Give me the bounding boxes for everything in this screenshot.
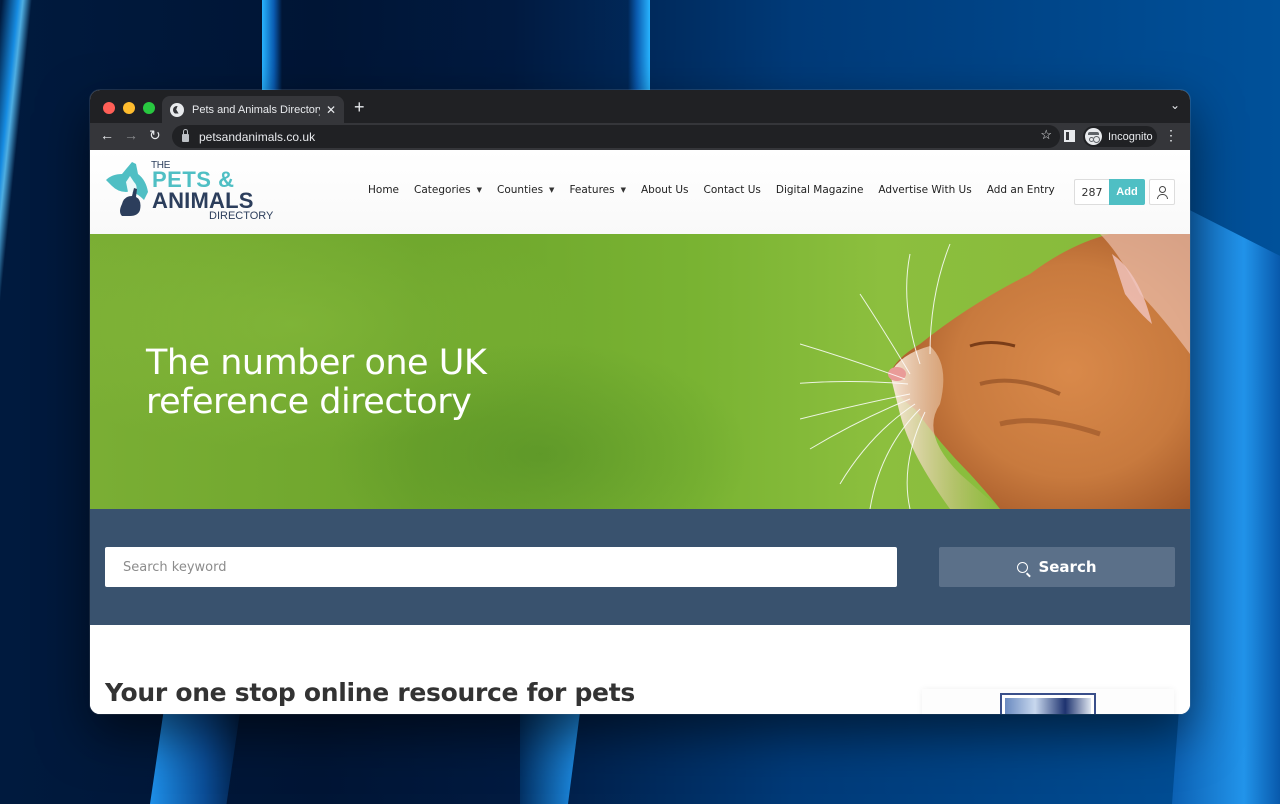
pets-silhouette-icon <box>106 162 148 216</box>
nav-features[interactable]: Features ▼ <box>569 184 626 196</box>
incognito-label: Incognito <box>1108 130 1153 143</box>
hero-title: The number one UK reference directory <box>146 343 487 422</box>
nav-label: Add an Entry <box>986 184 1055 196</box>
intro-section: Your one stop online resource for pets <box>90 625 1190 714</box>
minimize-window-button[interactable] <box>123 102 135 114</box>
intro-heading: Your one stop online resource for pets <box>105 678 635 707</box>
reload-icon[interactable]: ↻ <box>149 127 161 144</box>
search-section: Search <box>90 509 1190 625</box>
nav-digital-magazine[interactable]: Digital Magazine <box>776 184 864 196</box>
tab-search-chevron-icon[interactable]: ⌄ <box>1170 98 1180 112</box>
site-logo[interactable]: THE PETS & ANIMALS DIRECTORY <box>104 158 273 224</box>
caret-down-icon: ▼ <box>549 186 555 194</box>
back-arrow-icon[interactable]: ← <box>100 127 114 143</box>
add-button[interactable]: Add <box>1109 179 1145 205</box>
nav-contact-us[interactable]: Contact Us <box>704 184 761 196</box>
magazine-cover-art <box>1005 698 1091 714</box>
wallpaper-streak <box>262 0 282 100</box>
bookmark-star-icon[interactable]: ☆ <box>1040 127 1052 143</box>
caret-down-icon: ▼ <box>476 186 483 194</box>
user-icon <box>1159 186 1166 193</box>
incognito-icon <box>1085 128 1102 145</box>
close-tab-icon[interactable]: ✕ <box>326 103 336 117</box>
nav-categories[interactable]: Categories ▼ <box>414 184 482 196</box>
hero-banner: The number one UK reference directory <box>90 234 1190 509</box>
nav-label: Home <box>368 184 400 196</box>
browser-toolbar: ← → ↻ petsandanimals.co.uk ☆ Incognito ⋮ <box>90 123 1190 150</box>
lock-icon[interactable] <box>182 129 189 142</box>
wallpaper-streak <box>520 712 580 804</box>
search-button-label: Search <box>1038 558 1097 576</box>
nav-home[interactable]: Home <box>368 184 399 196</box>
window-controls <box>103 102 155 114</box>
browser-window: Pets and Animals Directory Portal ✕ + ⌄ … <box>90 90 1190 714</box>
wallpaper-streak <box>0 0 32 804</box>
add-entry-counter: 287 Add <box>1074 179 1145 205</box>
browser-tab-active[interactable]: Pets and Animals Directory Portal ✕ <box>162 96 344 123</box>
search-icon <box>1017 561 1029 573</box>
entry-count: 287 <box>1074 179 1109 205</box>
nav-label: Categories <box>414 184 471 196</box>
nav-label: Counties <box>497 184 544 196</box>
browser-menu-icon[interactable]: ⋮ <box>1164 128 1178 142</box>
tab-title: Pets and Animals Directory Portal <box>192 103 320 116</box>
site-header: THE PETS & ANIMALS DIRECTORY Home Catego… <box>90 150 1190 234</box>
forward-arrow-icon[interactable]: → <box>124 127 138 143</box>
side-panel-icon[interactable] <box>1064 130 1075 142</box>
globe-icon <box>170 102 184 117</box>
nav-label: Contact Us <box>703 184 761 196</box>
user-icon-body <box>1157 194 1168 199</box>
nav-label: Advertise With Us <box>878 184 972 196</box>
nav-label: Features <box>569 184 615 196</box>
caret-down-icon: ▼ <box>620 186 626 194</box>
close-window-button[interactable] <box>103 102 115 114</box>
wallpaper-streak <box>628 0 650 100</box>
incognito-profile-button[interactable]: Incognito <box>1083 126 1157 147</box>
nav-label: About Us <box>640 184 689 196</box>
nav-add-an-entry[interactable]: Add an Entry <box>987 184 1055 196</box>
nav-about-us[interactable]: About Us <box>641 184 689 196</box>
search-button[interactable]: Search <box>939 547 1175 587</box>
cat-image <box>800 234 1190 509</box>
wallpaper-streak <box>150 712 240 804</box>
nav-advertise-with-us[interactable]: Advertise With Us <box>878 184 971 196</box>
nav-label: Digital Magazine <box>775 184 864 196</box>
main-navigation: Home Categories ▼ Counties ▼ Features ▼ Abo… <box>368 184 1070 196</box>
logo-directory: DIRECTORY <box>209 210 274 222</box>
user-account-button[interactable] <box>1149 179 1175 205</box>
web-page: THE PETS & ANIMALS DIRECTORY Home Catego… <box>90 150 1190 714</box>
nav-counties[interactable]: Counties ▼ <box>497 184 554 196</box>
search-keyword-input[interactable] <box>105 547 897 587</box>
maximize-window-button[interactable] <box>143 102 155 114</box>
magazine-cover-image[interactable] <box>1000 693 1096 714</box>
tab-bar: Pets and Animals Directory Portal ✕ + ⌄ <box>90 90 1190 123</box>
new-tab-button[interactable]: + <box>354 96 365 118</box>
url-text[interactable]: petsandanimals.co.uk <box>199 130 315 144</box>
address-bar[interactable]: petsandanimals.co.uk ☆ <box>172 125 1060 148</box>
